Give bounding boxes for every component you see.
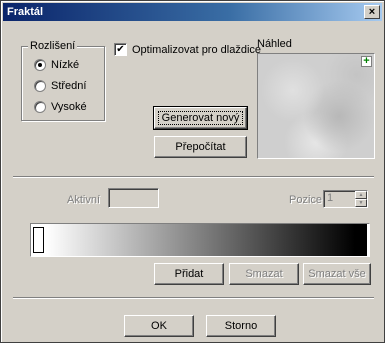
close-icon: ×	[368, 5, 376, 18]
add-stop-button[interactable]: Přidat	[154, 263, 224, 285]
delete-stop-button[interactable]: Smazat	[229, 263, 299, 285]
cancel-button[interactable]: Storno	[206, 315, 276, 337]
spin-down-icon: ▼	[355, 199, 367, 207]
recalculate-button[interactable]: Přepočítat	[154, 136, 247, 158]
position-label: Pozice	[289, 194, 323, 206]
gradient-stop-start[interactable]	[33, 227, 44, 253]
separator-top	[13, 176, 374, 178]
window-title: Fraktál	[7, 6, 44, 18]
optimize-label: Optimalizovat pro dlaždice	[132, 43, 262, 56]
recalculate-button-label: Přepočítat	[175, 141, 226, 153]
spin-up-icon: ▲	[355, 191, 367, 199]
radio-medium-indicator[interactable]	[34, 80, 46, 92]
close-button[interactable]: ×	[364, 5, 380, 19]
separator-bottom	[13, 297, 374, 299]
delete-all-button-label: Smazat vše	[308, 268, 366, 280]
ok-button[interactable]: OK	[124, 315, 194, 337]
radio-low[interactable]: Nízké	[34, 59, 79, 71]
delete-stop-button-label: Smazat	[245, 268, 283, 280]
preview-image: +	[257, 53, 375, 159]
position-value: 1	[327, 192, 334, 204]
delete-all-button[interactable]: Smazat vše	[303, 263, 371, 285]
plus-icon[interactable]: +	[361, 56, 372, 67]
radio-low-indicator[interactable]	[34, 59, 46, 71]
radio-medium[interactable]: Střední	[34, 80, 86, 92]
fractal-dialog: Fraktál × Rozlišení Nízké Střední Vysoké…	[0, 0, 385, 343]
plus-glyph: +	[363, 55, 370, 67]
gradient-editor[interactable]	[30, 223, 370, 257]
preview-label: Náhled	[257, 38, 292, 50]
radio-high-label: Vysoké	[51, 101, 87, 113]
optimize-check-indicator[interactable]: ✔	[114, 43, 127, 56]
active-color-swatch	[108, 188, 159, 208]
optimize-checkbox[interactable]: ✔ Optimalizovat pro dlaždice	[114, 43, 261, 56]
active-label: Aktivní	[67, 194, 101, 206]
add-stop-button-label: Přidat	[174, 268, 204, 280]
cancel-button-label: Storno	[224, 320, 258, 332]
radio-medium-label: Střední	[51, 80, 87, 92]
gradient-fill	[46, 224, 355, 256]
generate-button-label: Generovat nový	[157, 111, 244, 125]
radio-low-label: Nízké	[51, 59, 80, 71]
position-spin-buttons: ▲ ▼	[355, 191, 367, 207]
resolution-group: Rozlišení Nízké Střední Vysoké	[21, 40, 105, 121]
checkmark-icon: ✔	[116, 43, 125, 55]
resolution-group-label: Rozlišení	[28, 40, 78, 52]
radio-high-indicator[interactable]	[34, 101, 46, 113]
generate-button[interactable]: Generovat nový	[153, 106, 248, 130]
ok-button-label: OK	[151, 320, 167, 332]
title-bar[interactable]: Fraktál ×	[3, 3, 382, 21]
gradient-stop-end[interactable]	[355, 224, 367, 256]
radio-high[interactable]: Vysoké	[34, 101, 87, 113]
position-spinner: 1 ▲ ▼	[323, 190, 368, 208]
